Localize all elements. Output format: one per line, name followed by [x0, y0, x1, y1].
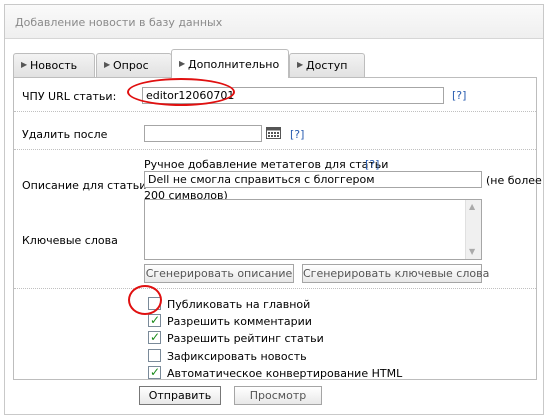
- panel-header: Добавление новости в базу данных: [5, 5, 543, 39]
- scrollbar[interactable]: ▲ ▼: [465, 200, 481, 259]
- tab-arrow-icon: ▶: [104, 60, 111, 69]
- publish-main-label: Публиковать на главной: [167, 298, 311, 311]
- allow-rating-checkbox[interactable]: ✓: [148, 330, 161, 344]
- check-icon: ✓: [150, 365, 161, 379]
- divider: [14, 111, 536, 112]
- meta-help-link[interactable]: [?]: [365, 158, 379, 171]
- allow-rating-label: Разрешить рейтинг статьи: [167, 332, 324, 345]
- tab-label: Дополнительно: [188, 58, 280, 71]
- delete-after-label: Удалить после: [22, 128, 108, 141]
- url-help-link[interactable]: [?]: [452, 89, 466, 102]
- tab-access[interactable]: ▶ Доступ: [289, 53, 365, 77]
- check-icon: ✓: [150, 330, 161, 344]
- tab-bar: ▶ Новость ▶ Опрос ▶ Дополнительно ▶ Дост…: [5, 49, 543, 78]
- allow-comments-label: Разрешить комментарии: [167, 315, 312, 328]
- calendar-icon[interactable]: [266, 127, 281, 139]
- check-icon: ✓: [150, 313, 161, 327]
- tab-label: Доступ: [306, 59, 348, 72]
- tab-content: ЧПУ URL статьи: editor12060701 [?] Удали…: [13, 77, 542, 380]
- generate-description-button[interactable]: Сгенерировать описание: [144, 264, 294, 283]
- divider: [14, 288, 536, 289]
- description-label: Описание для статьи: [22, 179, 147, 192]
- tab-arrow-icon: ▶: [179, 59, 186, 68]
- publish-main-checkbox[interactable]: [148, 297, 161, 310]
- limit-note: (не более: [486, 174, 542, 187]
- tab-label: Новость: [30, 59, 78, 72]
- url-input[interactable]: editor12060701: [142, 87, 444, 104]
- submit-button[interactable]: Отправить: [139, 386, 221, 405]
- description-input[interactable]: Dell не смогла справиться с блоггером: [144, 171, 482, 188]
- auto-html-checkbox[interactable]: ✓: [148, 365, 161, 379]
- add-news-panel: Добавление новости в базу данных ▶ Новос…: [4, 4, 544, 415]
- url-label: ЧПУ URL статьи:: [22, 90, 117, 103]
- scroll-up-icon[interactable]: ▲: [469, 203, 475, 211]
- delete-after-help-link[interactable]: [?]: [290, 128, 304, 141]
- tab-additional[interactable]: ▶ Дополнительно: [171, 49, 289, 78]
- pin-news-label: Зафиксировать новость: [167, 350, 307, 363]
- meta-heading: Ручное добавление метатегов для статьи: [144, 158, 389, 171]
- tab-arrow-icon: ▶: [21, 60, 28, 69]
- tab-news[interactable]: ▶ Новость: [13, 53, 95, 77]
- allow-comments-checkbox[interactable]: ✓: [148, 313, 161, 327]
- delete-after-input[interactable]: [144, 125, 262, 142]
- auto-html-label: Автоматическое конвертирование HTML: [167, 367, 403, 380]
- tab-poll[interactable]: ▶ Опрос: [96, 53, 172, 77]
- keywords-textarea[interactable]: ▲ ▼: [144, 199, 482, 260]
- generate-keywords-button[interactable]: Сгенерировать ключевые слова: [302, 264, 489, 283]
- keywords-label: Ключевые слова: [22, 234, 118, 247]
- preview-button[interactable]: Просмотр: [234, 386, 322, 405]
- panel-title: Добавление новости в базу данных: [15, 16, 223, 29]
- tab-arrow-icon: ▶: [297, 60, 304, 69]
- scroll-down-icon[interactable]: ▼: [469, 248, 475, 256]
- pin-news-checkbox[interactable]: [148, 349, 161, 362]
- divider: [14, 149, 536, 150]
- tab-label: Опрос: [113, 59, 149, 72]
